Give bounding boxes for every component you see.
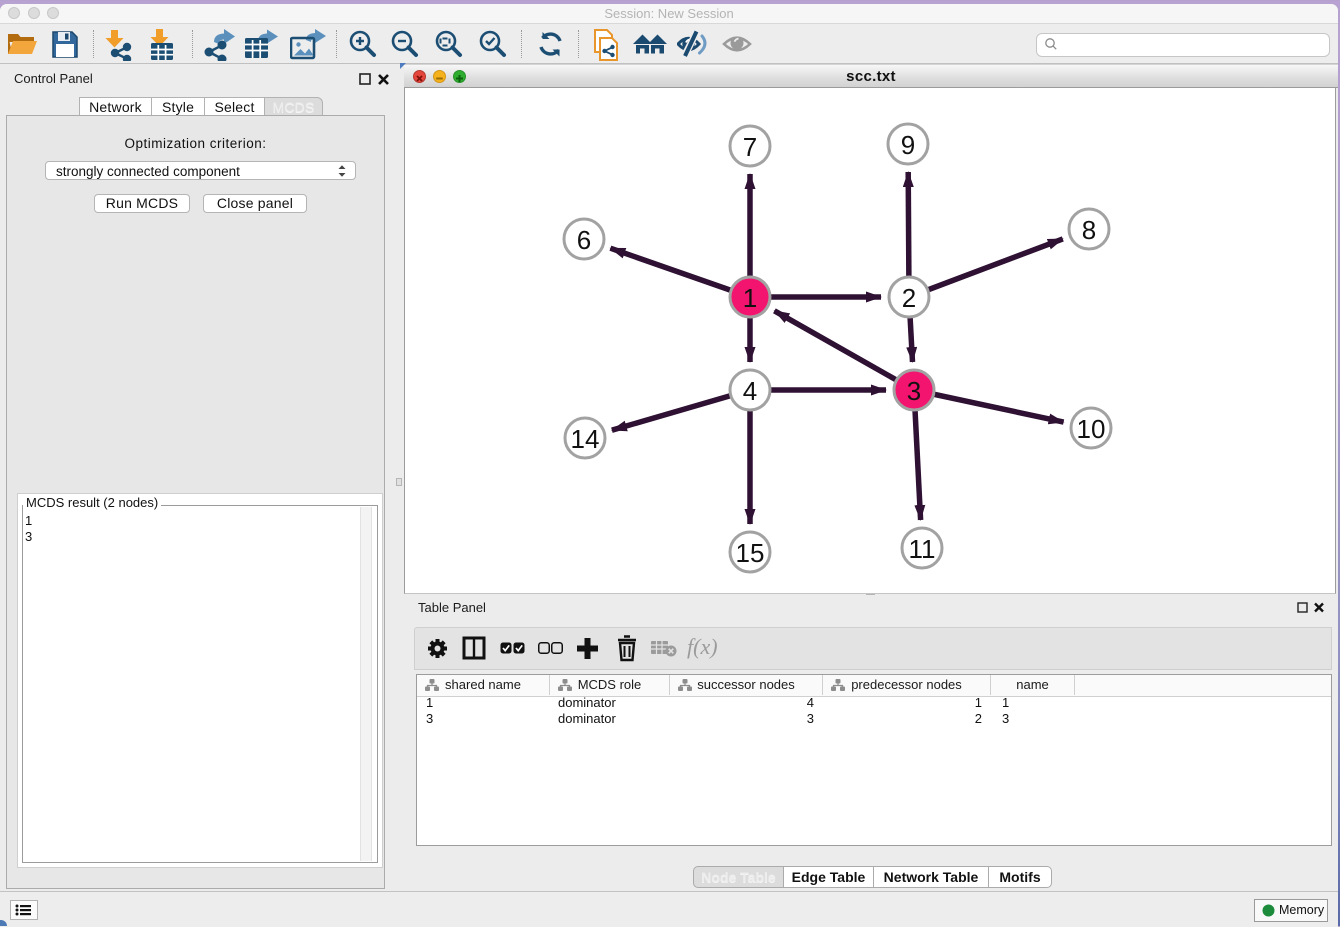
svg-text:4: 4 (743, 376, 757, 406)
svg-text:10: 10 (1077, 414, 1106, 444)
svg-text:8: 8 (1082, 215, 1096, 245)
svg-text:14: 14 (571, 424, 600, 454)
svg-text:7: 7 (743, 132, 757, 162)
svg-text:1: 1 (743, 283, 757, 313)
svg-text:15: 15 (736, 538, 765, 568)
svg-text:3: 3 (907, 376, 921, 406)
svg-text:2: 2 (902, 283, 916, 313)
svg-text:6: 6 (577, 225, 591, 255)
svg-text:11: 11 (909, 534, 936, 564)
svg-text:9: 9 (901, 130, 915, 160)
